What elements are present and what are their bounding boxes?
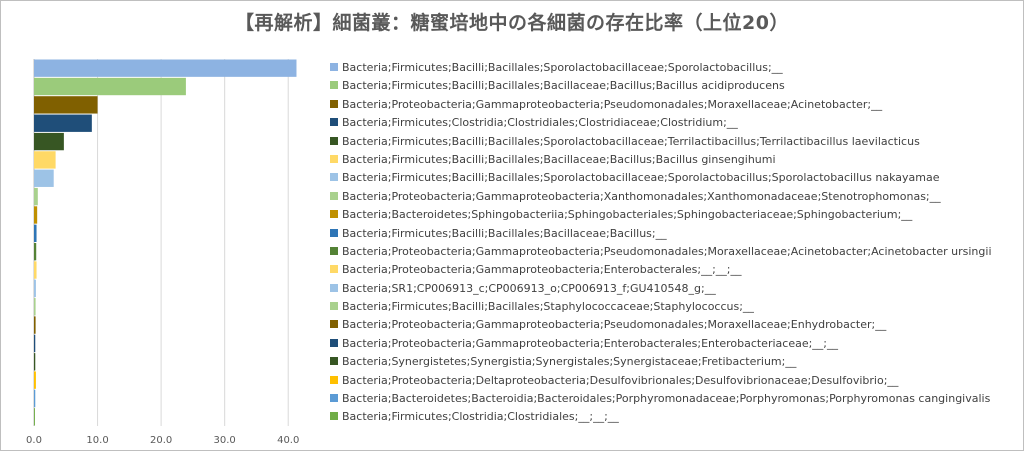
legend-item-19: Bacteria;Bacteroidetes;Bacteroidia;Bacte… xyxy=(330,390,1020,408)
bar-11 xyxy=(34,243,37,261)
legend-label: Bacteria;Firmicutes;Clostridia;Clostridi… xyxy=(342,410,619,424)
bar-8 xyxy=(34,187,38,206)
legend-swatch xyxy=(330,81,338,90)
legend-label: Bacteria;Firmicutes;Bacilli;Bacillales;S… xyxy=(342,134,920,148)
legend-label: Bacteria;Firmicutes;Bacilli;Bacillales;B… xyxy=(342,79,785,93)
bar-5 xyxy=(34,132,64,151)
legend-item-8: Bacteria;Proteobacteria;Gammaproteobacte… xyxy=(330,188,1020,206)
legend-item-5: Bacteria;Firmicutes;Bacilli;Bacillales;S… xyxy=(330,133,1020,151)
legend-item-7: Bacteria;Firmicutes;Bacilli;Bacillales;S… xyxy=(330,169,1020,187)
legend-label: Bacteria;Firmicutes;Bacilli;Bacillales;S… xyxy=(342,171,940,185)
legend-label: Bacteria;Bacteroidetes;Sphingobacteriia;… xyxy=(342,208,913,222)
legend-label: Bacteria;Bacteroidetes;Bacteroidia;Bacte… xyxy=(342,392,991,406)
legend-label: Bacteria;Proteobacteria;Gammaproteobacte… xyxy=(342,263,742,277)
legend-swatch xyxy=(330,154,338,163)
bar-13 xyxy=(34,279,36,298)
legend-item-2: Bacteria;Firmicutes;Bacilli;Bacillales;B… xyxy=(330,77,1020,95)
legend-label: Bacteria;Firmicutes;Clostridia;Clostridi… xyxy=(342,116,738,130)
legend-swatch xyxy=(330,338,338,347)
bar-6 xyxy=(34,151,56,169)
legend-label: Bacteria;SR1;CP006913_c;CP006913_o;CP006… xyxy=(342,281,716,295)
legend-swatch xyxy=(330,228,338,237)
bar-17 xyxy=(34,353,36,371)
legend-swatch xyxy=(330,265,338,274)
legend-item-9: Bacteria;Bacteroidetes;Sphingobacteriia;… xyxy=(330,206,1020,224)
bar-18 xyxy=(34,371,36,389)
legend-label: Bacteria;Firmicutes;Bacilli;Bacillales;S… xyxy=(342,61,783,74)
legend-label: Bacteria;Proteobacteria;Deltaproteobacte… xyxy=(342,373,899,387)
legend-item-4: Bacteria;Firmicutes;Clostridia;Clostridi… xyxy=(330,114,1020,132)
legend-swatch xyxy=(330,246,338,255)
bar-14 xyxy=(34,298,36,316)
legend-swatch xyxy=(330,394,338,403)
bar-4 xyxy=(34,114,92,132)
bar-20 xyxy=(34,408,35,426)
x-tick-label: 40.0 xyxy=(277,435,299,446)
legend-item-15: Bacteria;Proteobacteria;Gammaproteobacte… xyxy=(330,316,1020,334)
legend-item-16: Bacteria;Proteobacteria;Gammaproteobacte… xyxy=(330,335,1020,353)
legend-item-1: Bacteria;Firmicutes;Bacilli;Bacillales;S… xyxy=(330,59,1020,77)
legend-item-6: Bacteria;Firmicutes;Bacilli;Bacillales;B… xyxy=(330,151,1020,169)
legend-label: Bacteria;Proteobacteria;Gammaproteobacte… xyxy=(342,318,887,332)
legend-swatch xyxy=(330,191,338,200)
chart-legend: Bacteria;Firmicutes;Bacilli;Bacillales;S… xyxy=(330,59,1020,427)
bar-16 xyxy=(34,334,36,353)
legend-label: Bacteria;Firmicutes;Bacilli;Bacillales;B… xyxy=(342,152,776,166)
legend-label: Bacteria;Proteobacteria;Gammaproteobacte… xyxy=(342,244,992,258)
bar-15 xyxy=(34,316,36,334)
bar-12 xyxy=(34,261,37,279)
bar-9 xyxy=(34,206,38,224)
bar-19 xyxy=(34,389,36,408)
bar-2 xyxy=(34,77,186,96)
legend-swatch xyxy=(330,302,338,311)
x-tick-label: 0.0 xyxy=(26,435,42,446)
legend-item-14: Bacteria;Firmicutes;Bacilli;Bacillales;S… xyxy=(330,298,1020,316)
legend-item-11: Bacteria;Proteobacteria;Gammaproteobacte… xyxy=(330,243,1020,261)
legend-swatch xyxy=(330,118,338,127)
legend-item-18: Bacteria;Proteobacteria;Deltaproteobacte… xyxy=(330,372,1020,390)
legend-label: Bacteria;Proteobacteria;Gammaproteobacte… xyxy=(342,189,941,203)
legend-item-10: Bacteria;Firmicutes;Bacilli;Bacillales;B… xyxy=(330,225,1020,243)
legend-item-17: Bacteria;Synergistetes;Synergistia;Syner… xyxy=(330,353,1020,371)
legend-label: Bacteria;Firmicutes;Bacilli;Bacillales;B… xyxy=(342,226,667,240)
bar-10 xyxy=(34,224,37,242)
legend-label: Bacteria;Proteobacteria;Gammaproteobacte… xyxy=(342,336,839,350)
legend-swatch xyxy=(330,320,338,329)
legend-label: Bacteria;Firmicutes;Bacilli;Bacillales;S… xyxy=(342,300,754,314)
x-tick-label: 20.0 xyxy=(150,435,172,446)
legend-swatch xyxy=(330,210,338,219)
legend-swatch xyxy=(330,283,338,292)
x-tick-label: 10.0 xyxy=(86,435,108,446)
legend-swatch xyxy=(330,357,338,366)
bar-1 xyxy=(34,59,297,77)
x-tick-label: 30.0 xyxy=(214,435,236,446)
bar-3 xyxy=(34,96,98,114)
legend-swatch xyxy=(330,136,338,145)
bar-7 xyxy=(34,169,54,187)
legend-item-13: Bacteria;SR1;CP006913_c;CP006913_o;CP006… xyxy=(330,280,1020,298)
legend-item-20: Bacteria;Firmicutes;Clostridia;Clostridi… xyxy=(330,408,1020,426)
legend-label: Bacteria;Synergistetes;Synergistia;Syner… xyxy=(342,355,797,369)
legend-item-3: Bacteria;Proteobacteria;Gammaproteobacte… xyxy=(330,96,1020,114)
legend-swatch xyxy=(330,63,338,71)
legend-swatch xyxy=(330,173,338,182)
legend-swatch xyxy=(330,412,338,421)
legend-item-12: Bacteria;Proteobacteria;Gammaproteobacte… xyxy=(330,261,1020,279)
legend-label: Bacteria;Proteobacteria;Gammaproteobacte… xyxy=(342,97,883,111)
legend-swatch xyxy=(330,99,338,108)
legend-swatch xyxy=(330,375,338,384)
